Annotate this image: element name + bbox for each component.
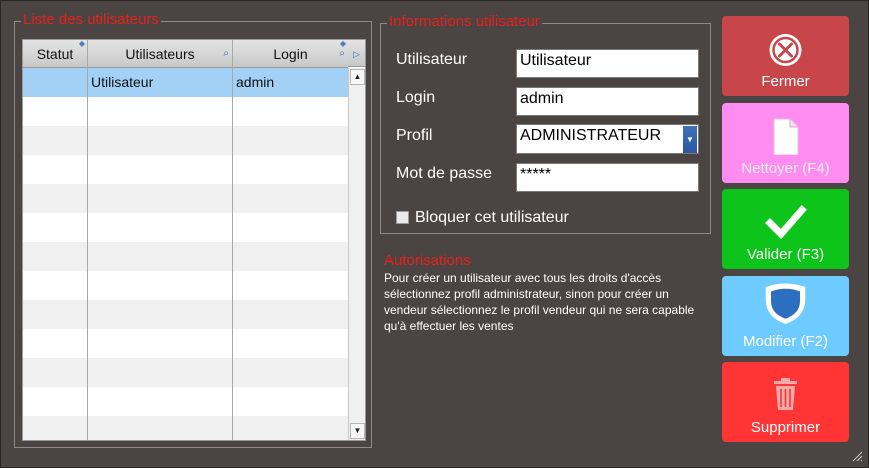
close-circle-icon bbox=[769, 34, 802, 66]
table-row-empty bbox=[23, 155, 348, 184]
modify-button[interactable]: Modifier (F2) bbox=[722, 276, 849, 356]
delete-button[interactable]: Supprimer bbox=[722, 362, 849, 442]
table-row-empty bbox=[23, 416, 348, 440]
cell-login: admin bbox=[236, 74, 275, 90]
table-row[interactable]: Utilisateur admin bbox=[23, 68, 348, 97]
delete-label: Supprimer bbox=[750, 419, 821, 436]
block-user-label: Bloquer cet utilisateur bbox=[415, 209, 569, 226]
search-icon[interactable]: ⌕ bbox=[223, 49, 229, 59]
table-row-empty bbox=[23, 329, 348, 358]
checkmark-icon bbox=[765, 205, 807, 240]
password-label: Mot de passe bbox=[396, 165, 493, 182]
cell-statut bbox=[23, 68, 88, 97]
table-row-empty bbox=[23, 300, 348, 329]
table-row-empty bbox=[23, 126, 348, 155]
users-table[interactable]: Statut ◆ Utilisateurs ⌕ Login ◆ ⌕ ▷ Util… bbox=[22, 39, 366, 441]
clear-button[interactable]: Nettoyer (F4) bbox=[722, 103, 849, 183]
shield-icon bbox=[765, 283, 806, 324]
column-header-utilisateurs[interactable]: Utilisateurs ⌕ bbox=[88, 40, 233, 67]
vertical-scrollbar[interactable]: ▲ ▼ bbox=[348, 68, 365, 440]
table-row-empty bbox=[23, 213, 348, 242]
close-label: Fermer bbox=[761, 73, 810, 90]
modify-label: Modifier (F2) bbox=[742, 333, 828, 350]
validate-label: Valider (F3) bbox=[746, 246, 825, 263]
login-input[interactable]: admin bbox=[516, 87, 699, 116]
column-divider bbox=[87, 40, 88, 440]
table-row-empty bbox=[23, 97, 348, 126]
validate-button[interactable]: Valider (F3) bbox=[722, 189, 849, 269]
trash-icon bbox=[774, 378, 797, 410]
scroll-down-icon[interactable]: ▼ bbox=[350, 423, 365, 439]
table-body: Utilisateur admin bbox=[23, 68, 348, 440]
chevron-down-icon[interactable]: ▼ bbox=[683, 126, 697, 153]
column-header-login[interactable]: Login ◆ ⌕ bbox=[233, 40, 348, 67]
column-header-statut[interactable]: Statut ◆ bbox=[23, 40, 88, 67]
clear-label: Nettoyer (F4) bbox=[741, 160, 830, 177]
sort-icon[interactable]: ◆ bbox=[340, 40, 346, 48]
table-row-empty bbox=[23, 184, 348, 213]
utilisateur-input[interactable]: Utilisateur bbox=[516, 49, 699, 78]
table-header: Statut ◆ Utilisateurs ⌕ Login ◆ ⌕ bbox=[23, 40, 348, 68]
scroll-up-icon[interactable]: ▲ bbox=[350, 69, 365, 85]
block-user-checkbox[interactable] bbox=[396, 211, 409, 224]
table-row-empty bbox=[23, 271, 348, 300]
column-login-label: Login bbox=[273, 46, 308, 62]
profil-selected-value: ADMINISTRATEUR bbox=[520, 127, 662, 144]
authorizations-title: Autorisations bbox=[384, 252, 471, 269]
column-utilisateurs-label: Utilisateurs bbox=[125, 46, 195, 62]
table-row-empty bbox=[23, 242, 348, 271]
search-icon[interactable]: ⌕ bbox=[339, 49, 345, 59]
utilisateur-label: Utilisateur bbox=[396, 51, 468, 68]
table-row-empty bbox=[23, 387, 348, 416]
table-row-empty bbox=[23, 358, 348, 387]
password-input[interactable]: ***** bbox=[516, 163, 699, 192]
close-button[interactable]: Fermer bbox=[722, 16, 849, 96]
resize-grip-icon[interactable] bbox=[851, 450, 863, 462]
login-label: Login bbox=[396, 89, 436, 106]
users-list-title: Liste des utilisateurs bbox=[21, 11, 161, 29]
authorizations-text: Pour créer un utilisateur avec tous les … bbox=[384, 271, 695, 333]
column-scroll-right-icon[interactable]: ▷ bbox=[348, 40, 365, 67]
profil-select[interactable]: ADMINISTRATEUR ▼ bbox=[516, 124, 699, 154]
column-divider bbox=[232, 40, 233, 440]
profil-label: Profil bbox=[396, 127, 433, 144]
column-statut-label: Statut bbox=[36, 46, 74, 62]
cell-utilisateur: Utilisateur bbox=[91, 74, 154, 90]
user-info-title: Informations utilisateur bbox=[387, 13, 542, 31]
sort-icon[interactable]: ◆ bbox=[79, 40, 85, 48]
blank-document-icon bbox=[773, 118, 799, 155]
